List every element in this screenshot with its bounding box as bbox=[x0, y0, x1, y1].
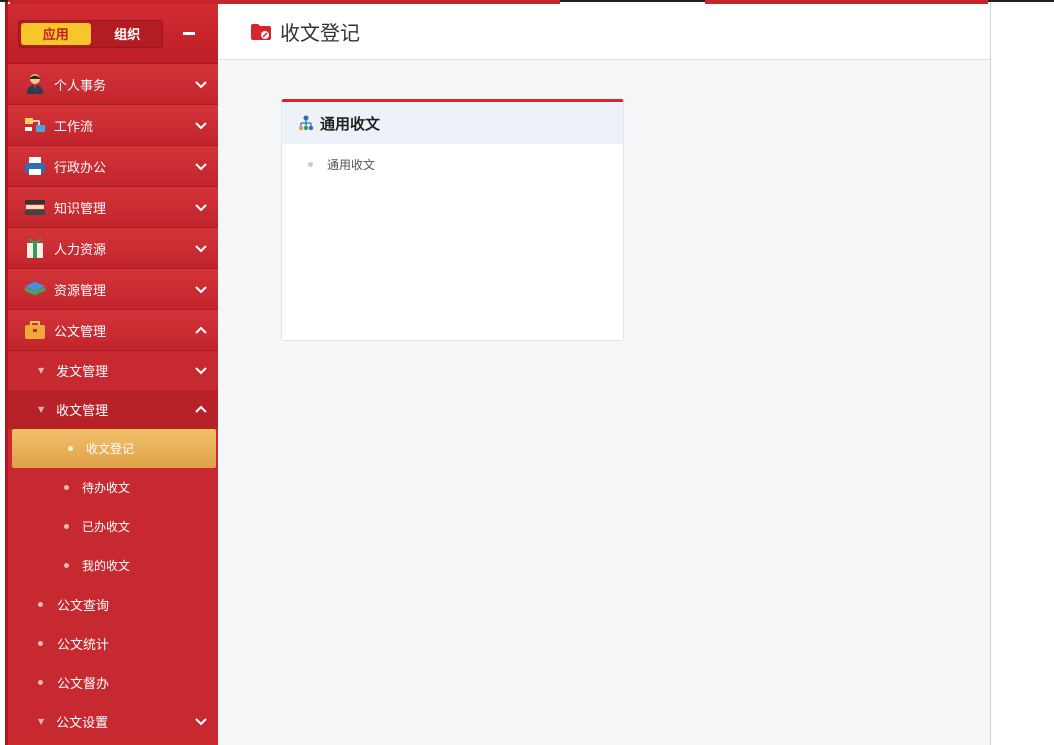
workflow-icon bbox=[24, 114, 46, 136]
main-content: 收文登记 通用收文 通用收文 bbox=[218, 4, 990, 745]
sub-item-query[interactable]: 公文查询 bbox=[8, 585, 218, 624]
menu-item-hr[interactable]: 人力资源 bbox=[8, 228, 218, 269]
chevron-down-icon bbox=[195, 81, 207, 89]
bullet-dot-icon bbox=[308, 161, 313, 167]
chevron-up-icon bbox=[195, 326, 207, 334]
menu-item-workflow[interactable]: 工作流 bbox=[8, 105, 218, 146]
menu-label: 个人事务 bbox=[54, 78, 107, 94]
menu-item-admin-office[interactable]: 行政办公 bbox=[8, 146, 218, 187]
chevron-up-icon bbox=[195, 405, 207, 413]
chevron-down-icon bbox=[195, 718, 207, 726]
bullet-triangle-icon: ▼ bbox=[38, 405, 45, 414]
sub-item-receive[interactable]: ▼ 收文管理 bbox=[8, 390, 218, 429]
page-title: 收文登记 bbox=[280, 21, 360, 45]
page-header: 收文登记 bbox=[218, 4, 990, 60]
leaf-label: 我的收文 bbox=[82, 559, 131, 573]
sub-item-stats[interactable]: 公文统计 bbox=[8, 624, 218, 663]
chevron-down-icon bbox=[195, 204, 207, 212]
briefcase-icon bbox=[24, 319, 46, 341]
chevron-down-icon bbox=[195, 286, 207, 294]
leaf-item-mine[interactable]: 我的收文 bbox=[8, 546, 218, 585]
sub-label: 公文查询 bbox=[57, 599, 110, 614]
sub-label: 公文督办 bbox=[57, 677, 110, 692]
sidebar-header: 应用 组织 bbox=[8, 4, 218, 64]
books-icon bbox=[24, 196, 46, 218]
sidebar: 应用 组织 个人事务 工作流 行政办公 知识管理 人力资源 资源管理 公文管理 … bbox=[8, 4, 218, 745]
person-icon bbox=[24, 73, 46, 95]
tab-org[interactable]: 组织 bbox=[93, 21, 163, 47]
leaf-item-done[interactable]: 已办收文 bbox=[8, 507, 218, 546]
leaf-label: 待办收文 bbox=[82, 481, 131, 495]
layers-icon bbox=[24, 278, 46, 300]
leaf-item-register[interactable]: 收文登记 bbox=[12, 429, 216, 468]
card-header: 通用收文 bbox=[282, 102, 623, 144]
card-link-general-receive[interactable]: 通用收文 bbox=[282, 152, 623, 176]
sub-label: 收文管理 bbox=[56, 404, 109, 419]
menu-label: 人力资源 bbox=[54, 242, 107, 258]
menu-item-resources[interactable]: 资源管理 bbox=[8, 269, 218, 310]
menu-item-documents[interactable]: 公文管理 bbox=[8, 310, 218, 351]
card-link-label: 通用收文 bbox=[327, 157, 376, 172]
menu-item-personal[interactable]: 个人事务 bbox=[8, 64, 218, 105]
sub-label: 公文设置 bbox=[56, 716, 109, 731]
chevron-down-icon bbox=[195, 122, 207, 130]
sub-item-send[interactable]: ▼ 发文管理 bbox=[8, 351, 218, 390]
bullet-dot-icon bbox=[64, 524, 69, 529]
bullet-dot-icon bbox=[38, 641, 43, 646]
bullet-triangle-icon: ▼ bbox=[38, 717, 45, 726]
bullet-dot-icon bbox=[64, 563, 69, 568]
menu-label: 行政办公 bbox=[54, 160, 107, 176]
chevron-down-icon bbox=[195, 163, 207, 171]
leaf-item-pending[interactable]: 待办收文 bbox=[8, 468, 218, 507]
sub-item-supervise[interactable]: 公文督办 bbox=[8, 663, 218, 702]
card-title: 通用收文 bbox=[320, 114, 381, 133]
card-spacer bbox=[282, 144, 623, 152]
menu-item-knowledge[interactable]: 知识管理 bbox=[8, 187, 218, 228]
menu-label: 工作流 bbox=[54, 119, 94, 135]
menu-label: 资源管理 bbox=[54, 283, 107, 299]
collapse-sidebar-button[interactable] bbox=[183, 32, 195, 35]
sidebar-tabs: 应用 组织 bbox=[18, 19, 163, 48]
right-border bbox=[990, 2, 991, 745]
gift-icon bbox=[24, 237, 46, 259]
bullet-dot-icon bbox=[68, 446, 73, 451]
folder-icon bbox=[251, 23, 271, 40]
sub-item-settings[interactable]: ▼ 公文设置 bbox=[8, 702, 218, 741]
menu-label: 公文管理 bbox=[54, 324, 107, 340]
sub-label: 公文统计 bbox=[57, 638, 110, 653]
chevron-down-icon bbox=[195, 245, 207, 253]
bullet-dot-icon bbox=[64, 485, 69, 490]
menu-label: 知识管理 bbox=[54, 201, 107, 217]
tab-apps[interactable]: 应用 bbox=[21, 22, 91, 45]
sub-label: 发文管理 bbox=[56, 365, 109, 380]
bullet-dot-icon bbox=[38, 602, 43, 607]
chevron-down-icon bbox=[195, 367, 207, 375]
category-card: 通用收文 通用收文 bbox=[281, 99, 624, 341]
leaf-label: 收文登记 bbox=[86, 442, 135, 456]
printer-icon bbox=[24, 155, 46, 177]
bullet-triangle-icon: ▼ bbox=[38, 366, 45, 375]
bullet-dot-icon bbox=[38, 680, 43, 685]
org-tree-icon bbox=[298, 115, 314, 131]
leaf-label: 已办收文 bbox=[82, 520, 131, 534]
